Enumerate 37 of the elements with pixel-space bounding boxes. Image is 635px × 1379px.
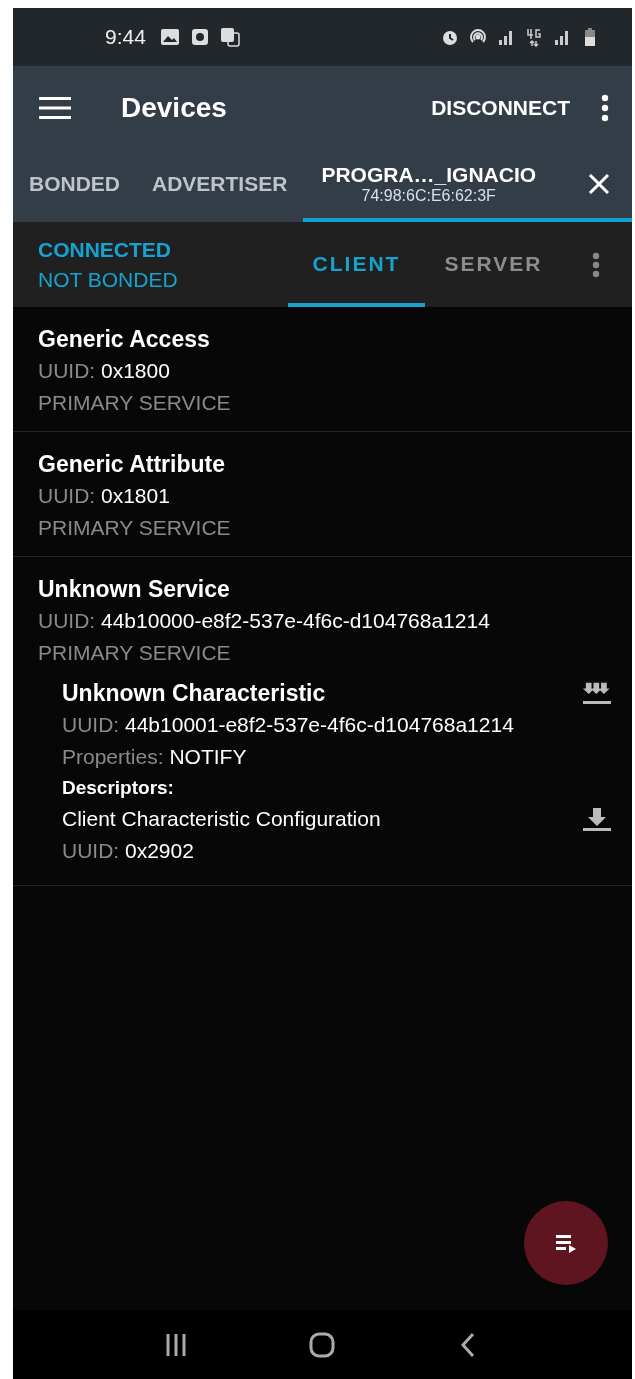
descriptor-uuid: UUID: 0x2902 [62,838,195,864]
status-time: 9:44 [105,25,146,49]
close-icon[interactable] [588,173,610,195]
service-name: Generic Access [38,325,211,354]
clock-icon [189,27,210,47]
service-item[interactable]: Generic Access UUID: 0x1800 PRIMARY SERVICE [13,307,632,432]
role-tab[interactable]: SERVER [425,222,562,307]
image-icon [159,27,180,47]
tab-title: PROGRA…_IGNACIO [321,163,537,187]
characteristic-uuid: UUID: 44b10001-e8f2-537e-4f6c-d104768a1214 [62,712,515,738]
characteristic-name: Unknown Characteristic [62,679,326,708]
service-type: PRIMARY SERVICE [38,640,232,666]
device-tab[interactable]: BONDED [13,150,136,222]
role-tab[interactable]: CLIENT [288,222,425,307]
service-item[interactable]: Generic Attribute UUID: 0x1801 PRIMARY SERVICE [13,432,632,557]
menu-icon[interactable] [39,96,71,120]
disconnect-button[interactable]: DISCONNECT [427,88,574,128]
service-uuid: UUID: 0x1800 [38,358,171,384]
service-type: PRIMARY SERVICE [38,515,232,541]
more-options-icon[interactable] [600,94,610,122]
descriptor-name: Client Characteristic Configuration [62,806,381,832]
connection-status: CONNECTED [38,237,172,262]
device-tab[interactable]: ADVERTISER [136,150,304,222]
more-options-icon[interactable] [592,251,600,278]
descriptors-heading: Descriptors: [62,776,175,800]
screen-title: Devices [121,92,227,124]
device-address: 74:98:6C:E6:62:3F [360,187,497,205]
network-4g-icon [524,27,544,47]
service-name: Generic Attribute [38,450,226,479]
service-type: PRIMARY SERVICE [38,390,232,416]
service-uuid: UUID: 44b10000-e8f2-537e-4f6c-d104768a1214 [38,608,491,634]
service-name: Unknown Service [38,575,231,604]
download-icon[interactable] [582,805,612,833]
bond-status: NOT BONDED [38,267,179,292]
home-icon[interactable] [308,1330,337,1359]
characteristic-properties: Properties: NOTIFY [62,744,248,770]
service-uuid: UUID: 0x1801 [38,483,171,509]
